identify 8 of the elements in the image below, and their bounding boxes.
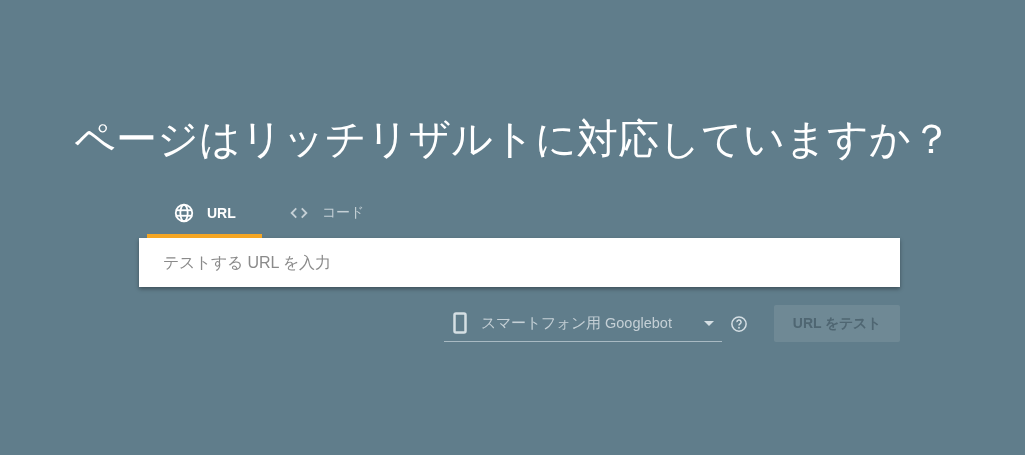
page-heading: ページはリッチリザルトに対応していますか？ — [72, 115, 953, 164]
crawler-dropdown[interactable]: スマートフォン用 Googlebot — [444, 305, 722, 342]
help-icon[interactable] — [730, 314, 748, 333]
caret-icon — [704, 320, 714, 326]
url-input-field[interactable]: テストする URL を入力 — [139, 238, 900, 287]
tab[interactable]: コード — [261, 194, 390, 238]
globe-icon — [173, 202, 195, 224]
smartphone-icon — [453, 312, 467, 334]
